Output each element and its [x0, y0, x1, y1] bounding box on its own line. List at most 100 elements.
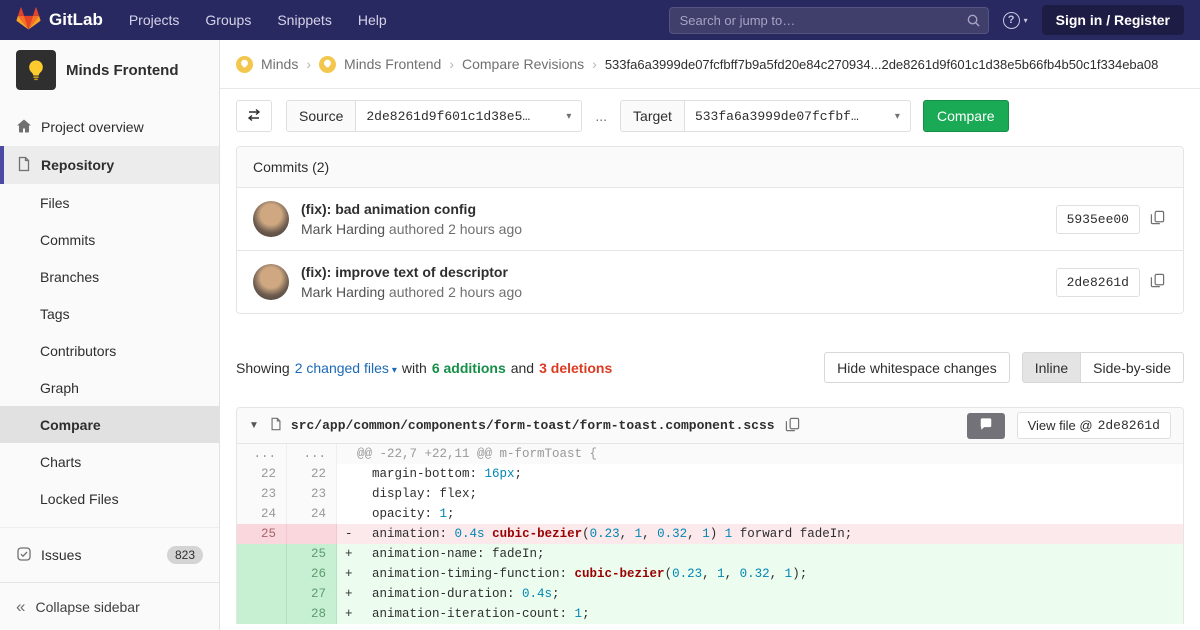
- toggle-comments-button[interactable]: [967, 413, 1005, 439]
- sidebar-item-issues[interactable]: Issues 823: [0, 536, 219, 574]
- new-line-number[interactable]: 25: [287, 544, 337, 564]
- nav-link-help[interactable]: Help: [358, 12, 387, 28]
- old-line-number[interactable]: 23: [237, 484, 287, 504]
- diff-line-ctx: 2424 opacity: 1;: [237, 504, 1183, 524]
- code-line: + animation-iteration-count: 1;: [337, 604, 1183, 624]
- search-icon[interactable]: [966, 13, 981, 31]
- author-avatar[interactable]: [253, 264, 289, 300]
- sidebar-project-header[interactable]: Minds Frontend: [0, 40, 219, 108]
- gitlab-home-link[interactable]: GitLab: [16, 7, 103, 34]
- view-file-button[interactable]: View file @ 2de8261d: [1017, 412, 1171, 439]
- breadcrumb: Minds › Minds Frontend › Compare Revisio…: [220, 40, 1200, 89]
- breadcrumb-separator: ›: [306, 56, 311, 72]
- breadcrumb-link-compare-revisions[interactable]: Compare Revisions: [462, 56, 584, 72]
- sidebar-item-graph[interactable]: Graph: [0, 369, 219, 406]
- chevron-down-icon: ▾: [566, 111, 571, 122]
- copy-icon: [1150, 273, 1165, 291]
- new-line-number[interactable]: ...: [287, 444, 337, 464]
- and-label: and: [511, 360, 534, 376]
- nav-link-snippets[interactable]: Snippets: [277, 12, 331, 28]
- commit-sha-button[interactable]: 2de8261d: [1056, 268, 1140, 297]
- code-line: - animation: 0.4s cubic-bezier(0.23, 1, …: [337, 524, 1183, 544]
- copy-sha-button[interactable]: [1148, 271, 1167, 293]
- view-file-label: View file @: [1028, 418, 1093, 433]
- copy-sha-button[interactable]: [1148, 208, 1167, 230]
- side-by-side-view-button[interactable]: Side-by-side: [1081, 352, 1184, 383]
- project-name: Minds Frontend: [66, 62, 179, 79]
- sidebar-item-commits[interactable]: Commits: [0, 221, 219, 258]
- diff-line-hunk: ......@@ -22,7 +22,11 @@ m-formToast {: [237, 444, 1183, 464]
- top-navbar: GitLab Projects Groups Snippets Help ? ▾…: [0, 0, 1200, 40]
- source-value: 2de8261d9f601c1d38e5…: [366, 109, 530, 124]
- old-line-number[interactable]: ...: [237, 444, 287, 464]
- project-sidebar: Minds Frontend Project overview Reposito…: [0, 40, 220, 630]
- copy-icon: [785, 417, 800, 435]
- collapse-label: Collapse sidebar: [35, 599, 139, 615]
- collapse-diff-icon[interactable]: ▼: [249, 420, 259, 431]
- sidebar-item-compare[interactable]: Compare: [0, 406, 219, 443]
- commit-title-link[interactable]: (fix): bad animation config: [301, 201, 522, 217]
- changed-files-dropdown[interactable]: 2 changed files▾: [295, 360, 397, 376]
- sidebar-item-charts[interactable]: Charts: [0, 443, 219, 480]
- nav-link-groups[interactable]: Groups: [205, 12, 251, 28]
- new-line-number[interactable]: 22: [287, 464, 337, 484]
- target-field-group: Target 533fa6a3999de07fcfbf… ▾: [620, 100, 911, 132]
- old-line-number[interactable]: [237, 584, 287, 604]
- view-file-sha: 2de8261d: [1098, 418, 1160, 433]
- sidebar-issues-section: Issues 823: [0, 527, 219, 574]
- diff-view-toggle: Inline Side-by-side: [1022, 352, 1184, 383]
- new-line-number[interactable]: 24: [287, 504, 337, 524]
- search-input[interactable]: [669, 7, 989, 34]
- commit-meta-text: authored 2 hours ago: [389, 221, 522, 237]
- commit-author-link[interactable]: Mark Harding: [301, 284, 385, 300]
- sidebar-item-project-overview[interactable]: Project overview: [0, 108, 219, 146]
- old-line-number[interactable]: 24: [237, 504, 287, 524]
- commit-sha-button[interactable]: 5935ee00: [1056, 205, 1140, 234]
- old-line-number[interactable]: 22: [237, 464, 287, 484]
- sidebar-item-tags[interactable]: Tags: [0, 295, 219, 332]
- file-icon: [269, 417, 283, 434]
- collapse-chevrons-icon: «: [16, 598, 25, 615]
- home-icon: [16, 118, 32, 137]
- code-line: + animation-timing-function: cubic-bezie…: [337, 564, 1183, 584]
- nav-link-projects[interactable]: Projects: [129, 12, 180, 28]
- target-label: Target: [620, 100, 685, 132]
- file-path[interactable]: src/app/common/components/form-toast/for…: [291, 418, 775, 433]
- old-line-number[interactable]: 25: [237, 524, 287, 544]
- chevron-down-icon: ▾: [895, 111, 900, 122]
- sidebar-item-files[interactable]: Files: [0, 184, 219, 221]
- sidebar-item-locked-files[interactable]: Locked Files: [0, 480, 219, 517]
- help-menu-button[interactable]: ? ▾: [1003, 12, 1028, 29]
- breadcrumb-link-minds[interactable]: Minds: [261, 56, 298, 72]
- brand-title: GitLab: [49, 10, 103, 30]
- sign-in-button[interactable]: Sign in / Register: [1042, 5, 1184, 35]
- compare-button[interactable]: Compare: [923, 100, 1009, 132]
- breadcrumb-separator: ›: [592, 56, 597, 72]
- author-avatar[interactable]: [253, 201, 289, 237]
- code-line: + animation-name: fadeIn;: [337, 544, 1183, 564]
- collapse-sidebar-button[interactable]: « Collapse sidebar: [0, 582, 219, 630]
- new-line-number[interactable]: 23: [287, 484, 337, 504]
- code-line: display: flex;: [337, 484, 1183, 504]
- sidebar-item-branches[interactable]: Branches: [0, 258, 219, 295]
- source-branch-dropdown[interactable]: 2de8261d9f601c1d38e5… ▾: [356, 100, 582, 132]
- old-line-number[interactable]: [237, 564, 287, 584]
- old-line-number[interactable]: [237, 544, 287, 564]
- breadcrumb-link-minds-frontend[interactable]: Minds Frontend: [344, 56, 441, 72]
- new-line-number[interactable]: 27: [287, 584, 337, 604]
- inline-view-button[interactable]: Inline: [1022, 352, 1081, 383]
- new-line-number[interactable]: [287, 524, 337, 544]
- old-line-number[interactable]: [237, 604, 287, 624]
- copy-file-path-button[interactable]: [783, 415, 802, 437]
- hide-whitespace-button[interactable]: Hide whitespace changes: [824, 352, 1010, 383]
- commit-author-link[interactable]: Mark Harding: [301, 221, 385, 237]
- commits-panel: Commits (2) (fix): bad animation config …: [236, 146, 1184, 314]
- sidebar-item-contributors[interactable]: Contributors: [0, 332, 219, 369]
- project-avatar: [16, 50, 56, 90]
- sidebar-item-repository[interactable]: Repository: [0, 146, 219, 184]
- new-line-number[interactable]: 26: [287, 564, 337, 584]
- new-line-number[interactable]: 28: [287, 604, 337, 624]
- commit-title-link[interactable]: (fix): improve text of descriptor: [301, 264, 522, 280]
- target-branch-dropdown[interactable]: 533fa6a3999de07fcfbf… ▾: [685, 100, 911, 132]
- swap-revisions-button[interactable]: [236, 100, 272, 132]
